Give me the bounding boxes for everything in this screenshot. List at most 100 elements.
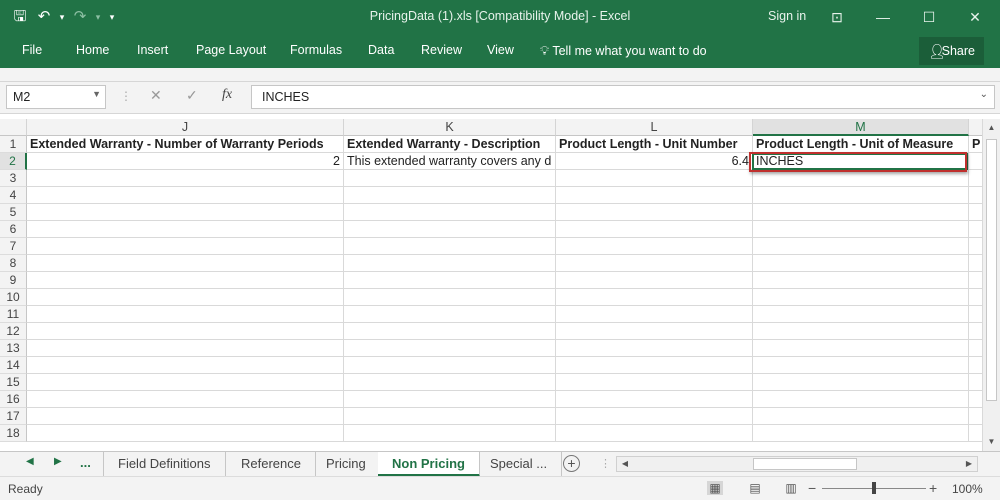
close-icon[interactable]: ✕ (955, 4, 995, 30)
tab-view[interactable]: View (487, 43, 514, 57)
cell-k10[interactable] (344, 289, 556, 306)
cell-n3[interactable] (969, 170, 982, 187)
scroll-down-icon[interactable]: ▼ (983, 435, 1000, 449)
cell-m14[interactable] (753, 357, 969, 374)
cell-m15[interactable] (753, 374, 969, 391)
cell-l5[interactable] (556, 204, 753, 221)
cell-m3[interactable] (753, 170, 969, 187)
cell-k3[interactable] (344, 170, 556, 187)
cell-m16[interactable] (753, 391, 969, 408)
cell-k7[interactable] (344, 238, 556, 255)
cell-m6[interactable] (753, 221, 969, 238)
zoom-level[interactable]: 100% (952, 482, 983, 496)
cell-l16[interactable] (556, 391, 753, 408)
cell-n2[interactable] (969, 153, 982, 170)
restore-icon[interactable]: ☐ (909, 4, 949, 30)
cell-n9[interactable] (969, 272, 982, 289)
scroll-right-icon[interactable]: ▶ (962, 457, 976, 471)
cell-n16[interactable] (969, 391, 982, 408)
cell-j18[interactable] (27, 425, 344, 442)
cancel-icon[interactable]: ✕ (150, 87, 162, 104)
cell-l9[interactable] (556, 272, 753, 289)
cell-k1[interactable]: Extended Warranty - Description (344, 136, 556, 153)
zoom-slider-thumb[interactable] (872, 482, 876, 494)
cell-k17[interactable] (344, 408, 556, 425)
cell-j13[interactable] (27, 340, 344, 357)
cell-m9[interactable] (753, 272, 969, 289)
cell-j6[interactable] (27, 221, 344, 238)
cell-n14[interactable] (969, 357, 982, 374)
more-sheets-button[interactable]: ... (80, 455, 91, 470)
sheet-tab-special[interactable]: Special ... (476, 452, 563, 477)
formula-bar-grip-icon[interactable]: ⋮ (120, 89, 132, 103)
cell-l6[interactable] (556, 221, 753, 238)
cell-l11[interactable] (556, 306, 753, 323)
cell-j5[interactable] (27, 204, 344, 221)
row-header[interactable]: 6 (0, 221, 27, 238)
cell-j1[interactable]: Extended Warranty - Number of Warranty P… (27, 136, 344, 153)
cell-j3[interactable] (27, 170, 344, 187)
cell-j12[interactable] (27, 323, 344, 340)
cell-l1[interactable]: Product Length - Unit Number (556, 136, 753, 153)
cell-k15[interactable] (344, 374, 556, 391)
normal-view-icon[interactable]: ▦ (707, 481, 723, 495)
cell-n13[interactable] (969, 340, 982, 357)
row-header[interactable]: 7 (0, 238, 27, 255)
tab-data[interactable]: Data (368, 43, 394, 57)
scroll-left-icon[interactable]: ◀ (618, 457, 632, 471)
tell-me-search[interactable]: 💡︎ Tell me what you want to do (540, 43, 707, 59)
row-header[interactable]: 1 (0, 136, 27, 153)
cell-n6[interactable] (969, 221, 982, 238)
row-header[interactable]: 2 (0, 153, 27, 170)
cell-m7[interactable] (753, 238, 969, 255)
row-header[interactable]: 5 (0, 204, 27, 221)
cell-m13[interactable] (753, 340, 969, 357)
column-header-m[interactable]: M (753, 119, 969, 136)
sheet-tab-pricing[interactable]: Pricing (312, 452, 381, 477)
cell-l13[interactable] (556, 340, 753, 357)
cell-l10[interactable] (556, 289, 753, 306)
chevron-down-icon[interactable]: ▼ (92, 89, 101, 99)
cell-l2[interactable]: 6.4 (556, 153, 753, 170)
cell-l7[interactable] (556, 238, 753, 255)
row-header[interactable]: 12 (0, 323, 27, 340)
next-sheet-icon[interactable]: ▶ (54, 456, 62, 467)
horizontal-scrollbar[interactable]: ◀ ▶ (616, 456, 978, 472)
row-header[interactable]: 9 (0, 272, 27, 289)
expand-formula-bar-icon[interactable]: ⌄ (980, 89, 988, 100)
cell-j4[interactable] (27, 187, 344, 204)
tab-insert[interactable]: Insert (137, 43, 168, 57)
cell-n8[interactable] (969, 255, 982, 272)
ribbon-display-options-icon[interactable]: ⊡ (817, 4, 857, 30)
cell-l17[interactable] (556, 408, 753, 425)
cell-j2[interactable]: 2 (27, 153, 344, 170)
row-header[interactable]: 13 (0, 340, 27, 357)
cell-j10[interactable] (27, 289, 344, 306)
add-sheet-button[interactable]: + (563, 455, 580, 472)
cell-l15[interactable] (556, 374, 753, 391)
cell-j7[interactable] (27, 238, 344, 255)
cell-k8[interactable] (344, 255, 556, 272)
zoom-out-icon[interactable]: − (808, 480, 816, 496)
cell-l12[interactable] (556, 323, 753, 340)
tab-file[interactable]: File (22, 43, 42, 57)
horizontal-scroll-thumb[interactable] (753, 458, 857, 470)
spreadsheet-grid[interactable]: J K L M 1 2 3 4 5 6 7 8 9 10 11 12 13 14… (0, 119, 982, 451)
sheet-tab-non-pricing[interactable]: Non Pricing (378, 452, 480, 477)
row-header[interactable]: 8 (0, 255, 27, 272)
cell-k5[interactable] (344, 204, 556, 221)
row-header[interactable]: 10 (0, 289, 27, 306)
share-button[interactable]: 👤︎ Share (919, 37, 984, 65)
tab-formulas[interactable]: Formulas (290, 43, 342, 57)
cell-l18[interactable] (556, 425, 753, 442)
cell-m17[interactable] (753, 408, 969, 425)
cell-k16[interactable] (344, 391, 556, 408)
name-box[interactable]: M2 ▼ (6, 85, 106, 109)
cell-n11[interactable] (969, 306, 982, 323)
column-header-n[interactable] (969, 119, 982, 136)
row-header[interactable]: 14 (0, 357, 27, 374)
cell-k14[interactable] (344, 357, 556, 374)
page-layout-view-icon[interactable]: ▤ (747, 481, 763, 495)
cell-m1[interactable]: Product Length - Unit of Measure (753, 136, 969, 153)
cell-k11[interactable] (344, 306, 556, 323)
